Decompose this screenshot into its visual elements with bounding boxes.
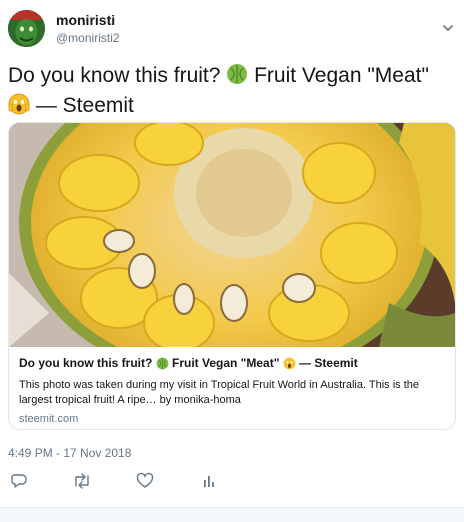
card-title-part: Do you know this fruit? (19, 356, 156, 370)
card-title-part: — Steemit (295, 356, 358, 370)
melon-icon (156, 357, 169, 374)
heart-icon[interactable] (136, 472, 156, 492)
card-domain[interactable]: steemit.com (19, 413, 447, 425)
display-name[interactable]: moniristi (56, 12, 115, 28)
avatar[interactable] (8, 10, 45, 47)
user-handle[interactable]: @moniristi2 (56, 31, 120, 45)
analytics-icon[interactable] (200, 472, 220, 492)
tweet-text-part: Do you know this fruit? (8, 64, 227, 87)
melon-icon (226, 63, 248, 92)
chevron-down-icon[interactable] (440, 20, 456, 36)
retweet-icon[interactable] (72, 472, 92, 492)
tweet-text-part: — Steemit (30, 94, 134, 117)
tweet-actions (8, 472, 448, 492)
tweet-header: moniristi @moniristi2 (8, 10, 456, 52)
tweet-text: Do you know this fruit? Fruit Vegan "Mea… (8, 62, 448, 122)
card-image-jackfruit[interactable] (9, 123, 455, 383)
footer-bar (0, 507, 464, 522)
face-screaming-icon (283, 357, 296, 374)
card-description: This photo was taken during my visit in … (19, 379, 420, 406)
tweet-text-part: Fruit Vegan "Meat" (248, 64, 429, 87)
card-title[interactable]: Do you know this fruit? Fruit Vegan "Mea… (19, 355, 447, 374)
reply-icon[interactable] (10, 472, 30, 492)
card-title-part: Fruit Vegan "Meat" (168, 356, 283, 370)
tweet-timestamp[interactable]: 4:49 PM - 17 Nov 2018 (8, 446, 131, 460)
face-screaming-icon (8, 93, 30, 122)
link-card[interactable]: Do you know this fruit? Fruit Vegan "Mea… (8, 122, 456, 430)
card-body: Do you know this fruit? Fruit Vegan "Mea… (19, 355, 447, 425)
